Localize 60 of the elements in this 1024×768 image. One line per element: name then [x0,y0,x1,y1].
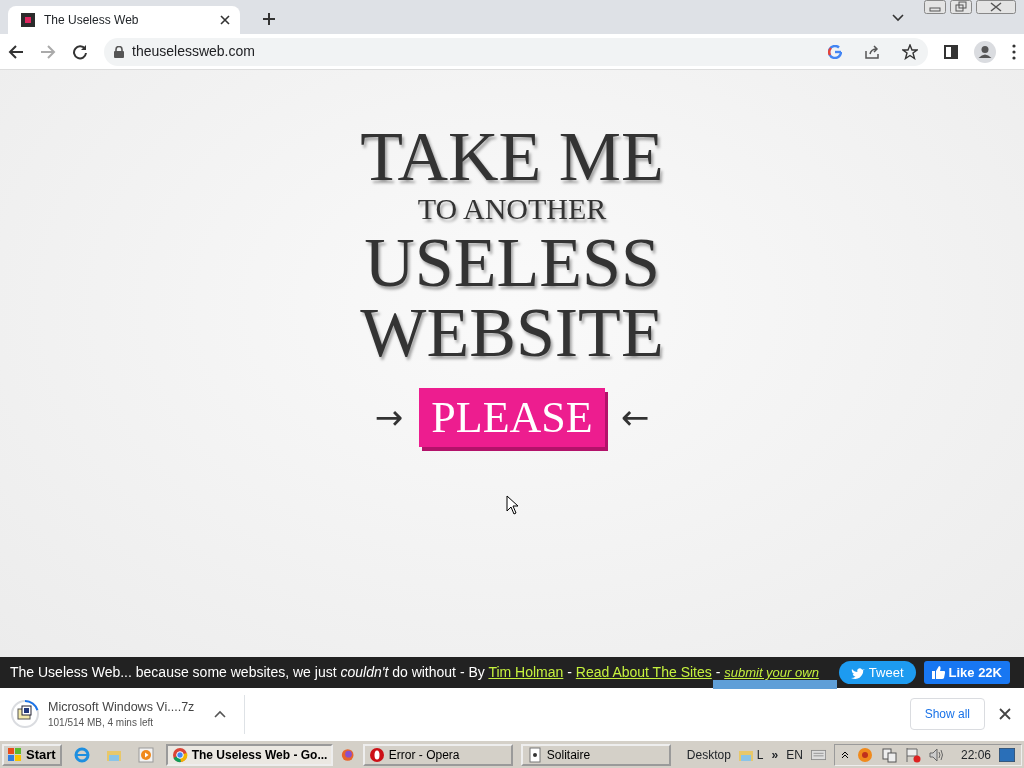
heading-line: WEBSITE [360,298,664,368]
footer-text: The Useless Web... because some websites, we just couldn't do without - By Tim Holman - Read About The Sites - submit your own [10,663,820,682]
bird-icon [850,666,865,679]
star-icon[interactable] [902,43,918,60]
flag-icon[interactable] [904,746,921,763]
footer-link[interactable]: submit your own [724,665,819,680]
heading-line: USELESS [364,228,660,298]
new-tab-icon[interactable] [262,12,276,26]
heading-line: TO ANOTHER [417,194,607,224]
chrome-icon [171,746,188,763]
lock-icon [114,45,124,58]
taskbar-button[interactable]: Error - Opera [362,743,513,766]
reload-icon[interactable] [72,43,88,60]
download-progress-icon [10,699,40,729]
cursor-icon [506,495,518,515]
clock-text: 22:06 [960,746,991,764]
chevron-text[interactable]: » [771,745,779,764]
download-filename: Microsoft Windows Vi....7z [48,699,195,716]
expand-icon[interactable] [840,750,849,759]
footer-link[interactable]: Tim Holman [488,664,564,680]
taskbar-button[interactable]: Solitaire [520,743,671,766]
toolbar-label[interactable]: L [756,745,764,764]
network-icon[interactable] [880,746,897,763]
close-icon[interactable] [220,15,230,25]
favicon-icon [20,12,36,28]
opera-icon [368,746,385,763]
like-button[interactable]: Like 22K [923,660,1010,685]
close-icon[interactable] [999,708,1011,720]
restore-icon[interactable] [950,0,972,14]
download-status: 101/514 MB, 4 mins left [48,715,155,729]
share-icon[interactable] [864,43,880,60]
minimize-icon[interactable] [924,0,946,14]
show-desktop-icon[interactable] [999,747,1015,762]
windows-logo-icon [8,747,22,762]
back-icon[interactable] [8,43,24,60]
caret-icon[interactable] [214,710,227,718]
show-all-button[interactable]: Show all [909,698,985,730]
footer-link[interactable]: Read About The Sites [575,664,712,680]
side-panel-icon[interactable] [944,44,958,59]
menu-icon[interactable] [1012,43,1016,60]
heading-line: TAKE ME [360,122,664,192]
arrow-text: → [374,396,404,439]
tab-title: The Useless Web [44,12,140,29]
firefox-icon[interactable] [341,746,355,763]
browser-tab[interactable]: The Useless Web [8,6,240,34]
app-tray-icon[interactable] [856,746,873,763]
arrow-text: ← [620,396,650,439]
address-bar[interactable]: theuselessweb.com [104,37,928,66]
toolbar-label[interactable]: Desktop [686,745,731,764]
chevron-icon[interactable] [892,14,904,22]
thumbs-up-icon [931,666,945,679]
profile-icon[interactable] [974,40,996,63]
close-window-icon[interactable] [976,0,1016,14]
speaker-icon[interactable] [928,746,945,763]
google-icon[interactable] [828,44,842,59]
taskbar-button[interactable]: The Useless Web - Go... [165,743,334,766]
url-text: theuselessweb.com [132,42,256,61]
language-indicator[interactable]: EN [786,745,803,764]
card-icon [526,746,543,763]
start-button[interactable]: Start [2,743,62,766]
